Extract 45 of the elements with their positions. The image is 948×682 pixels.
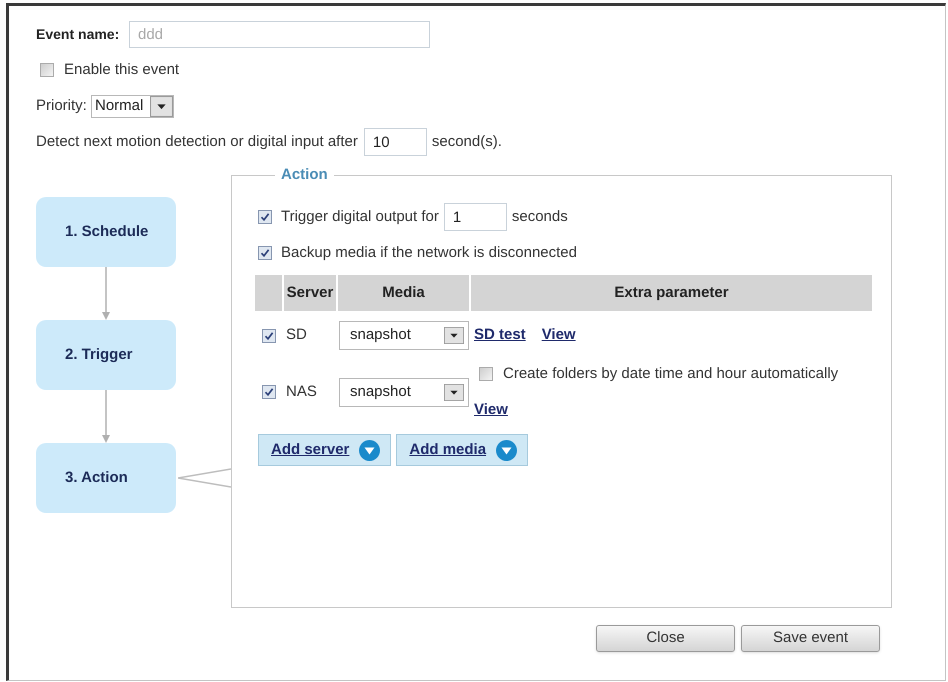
column-header: Extra parameter xyxy=(471,275,872,311)
wizard-step[interactable]: 2. Trigger xyxy=(36,320,176,390)
checkbox-label: Backup media if the network is disconnected xyxy=(281,242,577,263)
add-media-button[interactable]: Add media xyxy=(396,434,528,466)
close-button[interactable]: Close xyxy=(596,625,735,652)
caret-icon xyxy=(150,96,173,117)
table-cell-text: NAS xyxy=(285,382,318,402)
section-legend: Action xyxy=(275,166,334,184)
checkbox[interactable] xyxy=(258,210,272,224)
table-header-cell xyxy=(255,275,282,311)
priority-select[interactable]: Normal xyxy=(91,95,174,118)
checkbox[interactable] xyxy=(40,63,54,77)
caret-circle-icon xyxy=(496,440,518,460)
table-cell-text: SD xyxy=(285,325,308,346)
checkbox-label: Create folders by date time and hour automatically xyxy=(503,364,838,384)
media-select[interactable]: snapshot xyxy=(339,321,469,350)
wizard-step[interactable]: 3. Action xyxy=(36,443,176,513)
text-field[interactable]: 10 xyxy=(364,128,427,156)
text-field[interactable]: ddd xyxy=(129,21,430,48)
field-label: Detect next motion detection or digital input after xyxy=(36,132,358,152)
link[interactable]: View xyxy=(542,324,576,347)
column-header: Server xyxy=(284,275,336,311)
column-header: Media xyxy=(338,275,469,311)
checkbox-label: Trigger digital output for xyxy=(281,206,439,227)
checkbox[interactable] xyxy=(479,366,493,381)
save-button[interactable]: Save event xyxy=(741,625,880,652)
caret-icon xyxy=(444,384,464,400)
caret-icon xyxy=(444,327,464,344)
field-label: Event name: xyxy=(36,25,120,44)
flow-arrow xyxy=(101,267,111,320)
text-field[interactable]: 1 xyxy=(444,203,507,231)
checkbox[interactable] xyxy=(262,328,276,342)
caret-circle-icon xyxy=(359,440,380,460)
link[interactable]: SD test xyxy=(474,324,526,347)
field-label: Priority: xyxy=(36,96,88,116)
media-select[interactable]: snapshot xyxy=(339,378,469,406)
unit-label: second(s). xyxy=(432,132,502,152)
flow-arrow xyxy=(101,390,111,443)
unit-label: seconds xyxy=(512,206,568,227)
add-server-button[interactable]: Add server xyxy=(258,434,392,466)
checkbox-label: Enable this event xyxy=(64,60,180,80)
checkbox[interactable] xyxy=(258,246,272,260)
wizard-step[interactable]: 1. Schedule xyxy=(36,197,176,267)
link[interactable]: View xyxy=(474,399,508,422)
checkbox[interactable] xyxy=(262,385,276,399)
